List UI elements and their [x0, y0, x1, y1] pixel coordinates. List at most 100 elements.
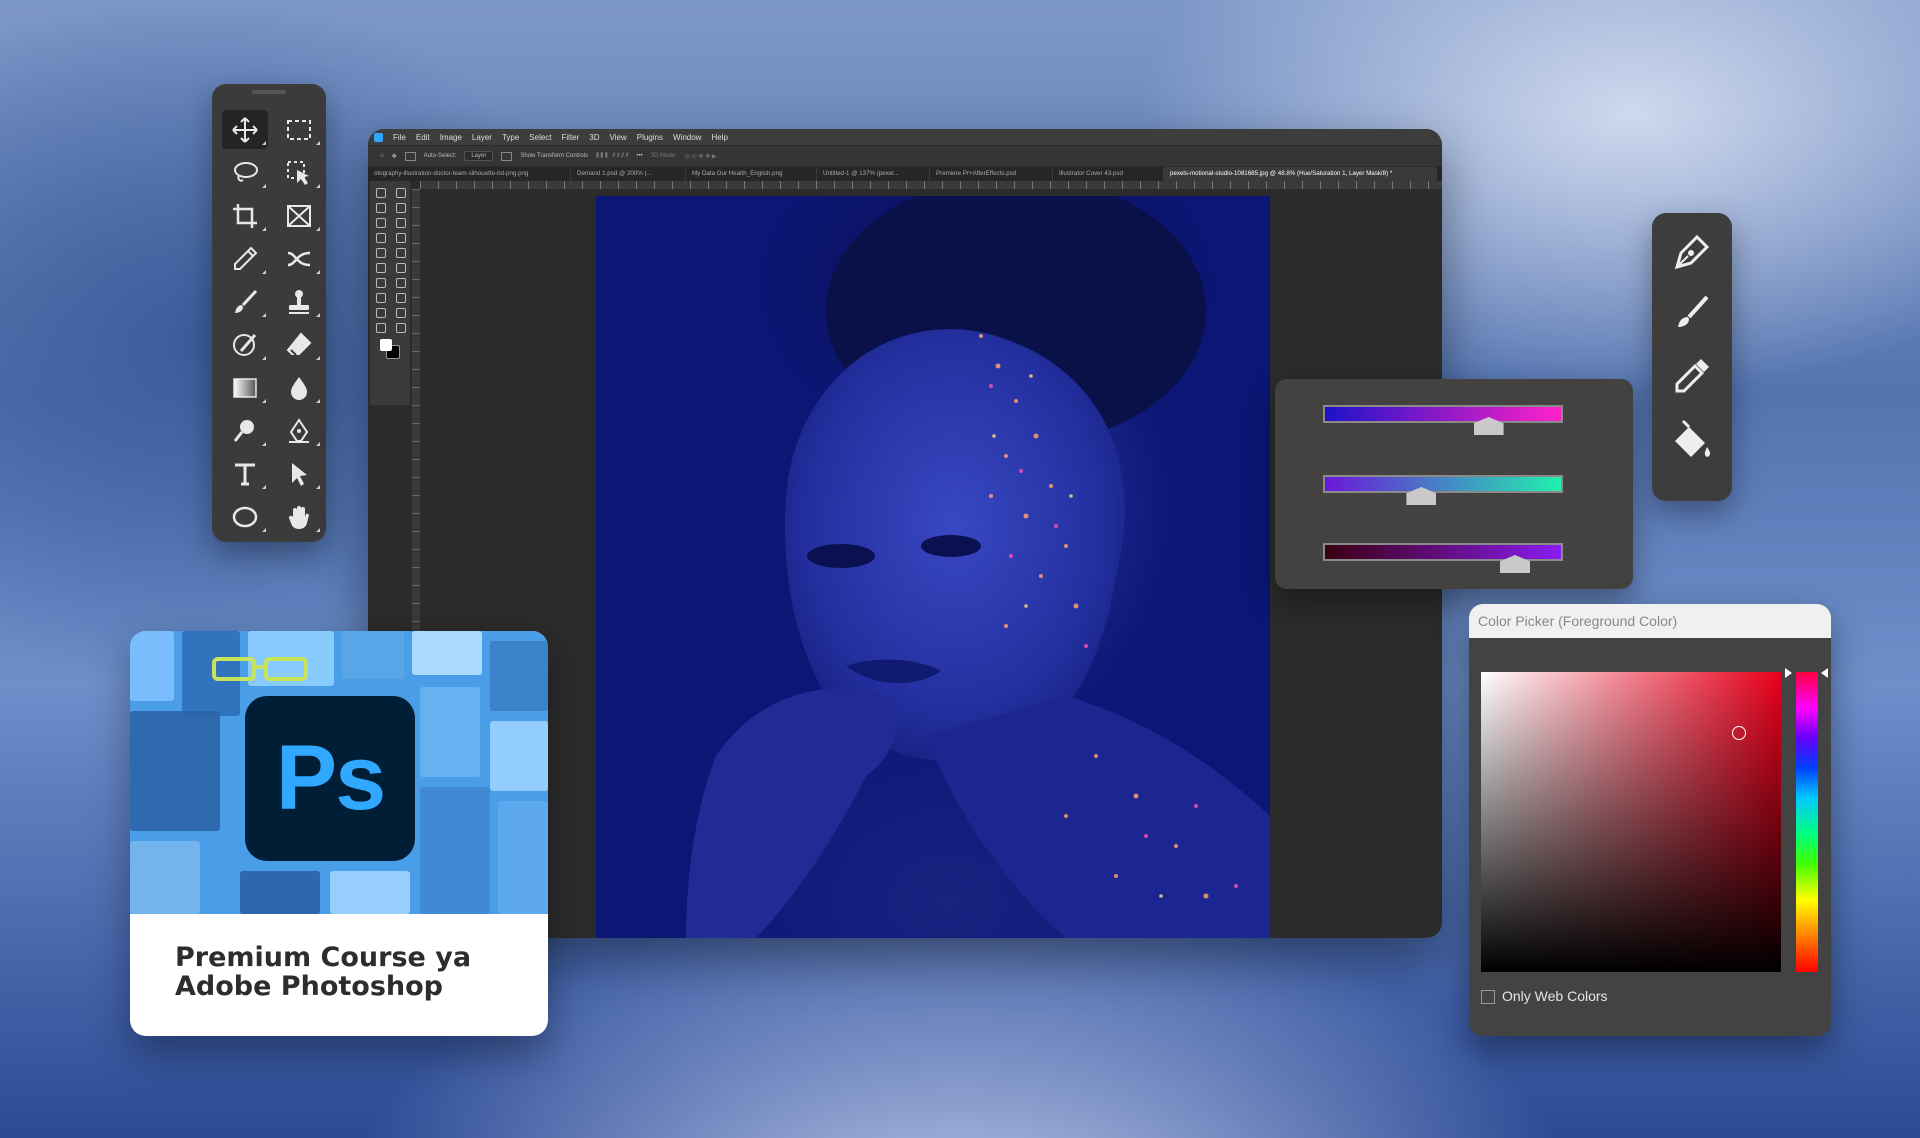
lightness-slider-track[interactable]: [1323, 543, 1563, 561]
mini-tool-icon[interactable]: [396, 323, 406, 333]
mini-tool-icon[interactable]: [376, 308, 386, 318]
sunglasses-icon: [212, 657, 308, 681]
tab-doc-3[interactable]: My Data Our Health_English.png: [686, 167, 817, 181]
toolbox-grip[interactable]: [252, 90, 286, 94]
mini-tool-icon[interactable]: [396, 308, 406, 318]
hue-arrow-right-icon[interactable]: [1821, 668, 1828, 678]
menu-edit[interactable]: Edit: [416, 133, 430, 142]
menu-type[interactable]: Type: [502, 133, 519, 142]
mini-tool-icon[interactable]: [376, 203, 386, 213]
document-canvas[interactable]: [596, 196, 1270, 938]
hand-tool-icon[interactable]: [272, 495, 326, 538]
photoshop-logo: Ps: [245, 696, 415, 861]
eraser-tool-icon[interactable]: [272, 323, 326, 366]
type-tool-icon[interactable]: [218, 452, 272, 495]
mini-tool-icon[interactable]: [376, 248, 386, 258]
object-select-tool-icon[interactable]: [272, 151, 326, 194]
menu-bar: File Edit Image Layer Type Select Filter…: [368, 129, 1442, 145]
toolbox-panel: [212, 84, 326, 542]
only-web-colors-label: Only Web Colors: [1502, 988, 1608, 1004]
marquee-tool-icon[interactable]: [272, 108, 326, 151]
document-tabs: otography-illustration-doctor-team-silho…: [368, 167, 1442, 181]
mini-tool-icon[interactable]: [376, 188, 386, 198]
pen-tool-icon[interactable]: [272, 409, 326, 452]
mini-tool-icon[interactable]: [396, 233, 406, 243]
mini-tool-icon[interactable]: [376, 323, 386, 333]
tab-doc-2[interactable]: Demand 1.psd @ 200% (...: [571, 167, 686, 181]
crop-tool-icon[interactable]: [218, 194, 272, 237]
layer-dropdown[interactable]: Layer: [464, 151, 494, 161]
tab-doc-6[interactable]: Illustrator Cover 43.psd: [1053, 167, 1164, 181]
mini-tool-icon[interactable]: [376, 218, 386, 228]
hue-saturation-panel: [1275, 379, 1633, 589]
color-field[interactable]: [1481, 672, 1781, 972]
options-bar: ⌂ ✥ Auto-Select: Layer Show Transform Co…: [368, 145, 1442, 167]
menu-layer[interactable]: Layer: [472, 133, 492, 142]
path-select-tool-icon[interactable]: [272, 452, 326, 495]
show-transform-label: Show Transform Controls: [520, 153, 589, 159]
mini-tool-icon[interactable]: [396, 218, 406, 228]
menu-view[interactable]: View: [610, 133, 627, 142]
course-card[interactable]: Ps Premium Course ya Adobe Photoshop: [130, 631, 548, 1036]
align-icons[interactable]: ⫼ ⫼ ⫼ ⫽ ⫽ ⫽ ⫽: [596, 153, 628, 160]
course-title: Premium Course ya Adobe Photoshop: [175, 943, 515, 1001]
course-title-line-1: Premium Course ya: [175, 942, 472, 973]
foreground-swatch[interactable]: [380, 339, 392, 351]
mini-tool-icon[interactable]: [396, 278, 406, 288]
menu-select[interactable]: Select: [529, 133, 551, 142]
color-field-cursor[interactable]: [1732, 726, 1746, 740]
hue-slider-track[interactable]: [1323, 405, 1563, 423]
saturation-slider-track[interactable]: [1323, 475, 1563, 493]
move-options-icon[interactable]: ✥: [392, 153, 397, 160]
lasso-tool-icon[interactable]: [218, 151, 272, 194]
mini-tool-icon[interactable]: [376, 263, 386, 273]
photoshop-logo-text: Ps: [275, 727, 387, 829]
brush-tool-icon[interactable]: [218, 280, 272, 323]
stamp-tool-icon[interactable]: [272, 280, 326, 323]
tab-doc-5[interactable]: Premiere Pr+AfterEffects.psd: [930, 167, 1053, 181]
mini-tool-icon[interactable]: [396, 293, 406, 303]
menu-3d[interactable]: 3D: [589, 133, 599, 142]
move-tool-icon[interactable]: [218, 108, 272, 151]
menu-filter[interactable]: Filter: [562, 133, 580, 142]
history-brush-icon[interactable]: [218, 323, 272, 366]
menu-file[interactable]: File: [393, 133, 406, 142]
more-options-icon[interactable]: •••: [636, 153, 642, 159]
menu-window[interactable]: Window: [673, 133, 701, 142]
brush-icon[interactable]: [1669, 289, 1715, 335]
frame-tool-icon[interactable]: [272, 194, 326, 237]
eyedropper-tool-icon[interactable]: [218, 237, 272, 280]
healing-tool-icon[interactable]: [272, 237, 326, 280]
mode-3d-label: 3D Mode:: [650, 153, 677, 159]
menu-plugins[interactable]: Plugins: [637, 133, 663, 142]
mini-tool-icon[interactable]: [396, 248, 406, 258]
ellipse-tool-icon[interactable]: [218, 495, 272, 538]
foreground-background-swatches[interactable]: [370, 335, 410, 361]
dodge-tool-icon[interactable]: [218, 409, 272, 452]
tab-doc-1[interactable]: otography-illustration-doctor-team-silho…: [368, 167, 571, 181]
paint-bucket-icon[interactable]: [1669, 419, 1715, 465]
menu-help[interactable]: Help: [711, 133, 727, 142]
mini-tool-icon[interactable]: [376, 233, 386, 243]
tab-doc-active[interactable]: pexels-motional-studio-1081685.jpg @ 48.…: [1164, 167, 1437, 181]
3d-mode-icons[interactable]: ◎ ◎ ✥ ✥ ▶: [685, 153, 717, 160]
home-icon[interactable]: ⌂: [380, 153, 384, 159]
gradient-tool-icon[interactable]: [218, 366, 272, 409]
mini-tool-icon[interactable]: [396, 263, 406, 273]
mini-tool-icon[interactable]: [376, 293, 386, 303]
only-web-colors-checkbox[interactable]: [1481, 990, 1495, 1004]
eyedropper-icon[interactable]: [1669, 353, 1715, 399]
mini-tool-icon[interactable]: [396, 203, 406, 213]
color-picker-dialog: Color Picker (Foreground Color) Only Web…: [1469, 604, 1831, 1036]
auto-select-checkbox[interactable]: [404, 151, 416, 161]
hue-arrow-left-icon[interactable]: [1785, 668, 1792, 678]
hue-strip[interactable]: [1796, 672, 1818, 972]
ps-app-icon: [374, 132, 383, 142]
show-transform-checkbox[interactable]: [501, 151, 513, 161]
blur-tool-icon[interactable]: [272, 366, 326, 409]
menu-image[interactable]: Image: [440, 133, 462, 142]
mini-tool-icon[interactable]: [396, 188, 406, 198]
mini-tool-icon[interactable]: [376, 278, 386, 288]
pen-icon[interactable]: [1669, 229, 1715, 275]
tab-doc-4[interactable]: Untitled-1 @ 137% (pexel...: [817, 167, 930, 181]
